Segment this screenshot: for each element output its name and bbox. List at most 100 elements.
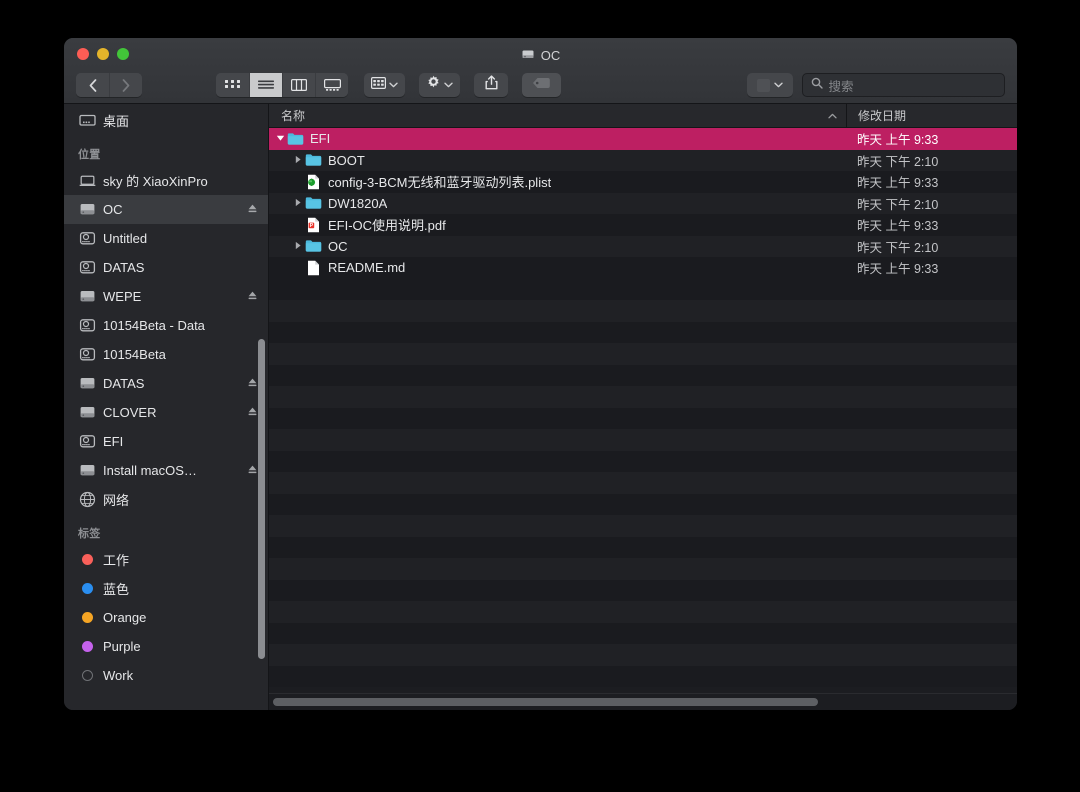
sidebar-item-10154beta-data[interactable]: 10154Beta - Data — [64, 311, 268, 340]
row-date-label: 昨天 上午 9:33 — [857, 133, 939, 148]
row-name-label: OC — [328, 238, 348, 254]
laptop-icon — [79, 172, 96, 189]
share-button[interactable] — [474, 73, 508, 97]
sidebar-item-label: CLOVER — [103, 405, 157, 420]
sidebar-item-untitled[interactable]: Untitled — [64, 224, 268, 253]
sidebar-item-network[interactable]: 网络 — [64, 485, 268, 514]
disclosure-triangle-collapsed-icon[interactable] — [291, 198, 305, 209]
disclosure-triangle-collapsed-icon[interactable] — [291, 241, 305, 252]
group-by-button[interactable] — [364, 73, 405, 97]
gallery-view-button[interactable] — [315, 73, 348, 97]
row-date-label: 昨天 上午 9:33 — [857, 176, 939, 191]
eject-icon[interactable] — [247, 405, 258, 420]
row-name-label: config-3-BCM无线和蓝牙驱动列表.plist — [328, 175, 552, 191]
row-date-label: 昨天 下午 2:10 — [857, 240, 939, 255]
column-header-name-label: 名称 — [281, 109, 306, 123]
sidebar-section-tags: 标签 — [78, 528, 101, 540]
list-view-button[interactable] — [249, 73, 282, 97]
action-menu-button[interactable] — [419, 73, 460, 97]
sidebar-item-label: EFI — [103, 434, 124, 449]
sidebar-item-label: Untitled — [103, 231, 148, 246]
column-header-date[interactable]: 修改日期 — [846, 104, 1017, 127]
sidebar-item-efi[interactable]: EFI — [64, 427, 268, 456]
empty-row — [269, 536, 1017, 558]
sidebar-item-tag-blue[interactable]: 蓝色 — [64, 574, 268, 603]
row-name-label: EFI-OC使用说明.pdf — [328, 218, 446, 234]
sidebar-item-label: 桌面 — [103, 114, 130, 129]
column-header-name[interactable]: 名称 — [269, 104, 846, 127]
eject-icon[interactable] — [247, 376, 258, 391]
chevron-down-icon — [389, 81, 398, 90]
search-field[interactable]: 搜索 — [801, 73, 1005, 97]
table-row[interactable]: P EFI-OC使用说明.pdf 昨天 上午 9:33 — [269, 214, 1017, 236]
sidebar-item-tag-work[interactable]: Work — [64, 661, 268, 690]
forward-button[interactable] — [109, 73, 142, 97]
sidebar-item-datas-2[interactable]: DATAS — [64, 369, 268, 398]
table-row[interactable]: DW1820A 昨天 下午 2:10 — [269, 192, 1017, 214]
empty-row — [269, 622, 1017, 644]
empty-row — [269, 665, 1017, 687]
disclosure-triangle-expanded-icon[interactable] — [273, 134, 287, 144]
horizontal-scrollbar[interactable] — [269, 693, 1017, 710]
back-button[interactable] — [76, 73, 109, 97]
row-date-label: 昨天 下午 2:10 — [857, 154, 939, 169]
file-rows: EFI 昨天 上午 9:33 BOOT 昨天 下午 2:10 config-3-… — [269, 128, 1017, 693]
eject-icon[interactable] — [247, 463, 258, 478]
icon-view-button[interactable] — [216, 73, 249, 97]
sidebar-item-oc[interactable]: OC — [64, 195, 268, 224]
empty-row — [269, 558, 1017, 580]
sidebar-item-datas-1[interactable]: DATAS — [64, 253, 268, 282]
sidebar-item-tag-work-cn[interactable]: 工作 — [64, 545, 268, 574]
disclosure-triangle-collapsed-icon[interactable] — [291, 155, 305, 166]
path-menu-button[interactable] — [746, 73, 793, 97]
empty-row — [269, 515, 1017, 537]
empty-row — [269, 429, 1017, 451]
window-body: 桌面 位置 sky 的 XiaoXinPro OC Untitled DATAS… — [64, 104, 1017, 710]
chevron-down-icon — [773, 81, 783, 90]
tag-icon — [532, 76, 551, 94]
window-title: OC — [64, 47, 1017, 64]
tag-button[interactable] — [522, 73, 561, 97]
sidebar-item-wepe[interactable]: WEPE — [64, 282, 268, 311]
empty-row — [269, 644, 1017, 666]
sidebar-item-label: 工作 — [103, 553, 130, 568]
sidebar-item-label: 10154Beta — [103, 347, 166, 362]
chevron-down-icon — [444, 81, 453, 90]
group-by-icon — [371, 76, 387, 94]
plist-file-icon — [305, 173, 322, 190]
eject-icon[interactable] — [247, 289, 258, 304]
file-list-pane: 名称 修改日期 EFI 昨天 上午 9:33 BOOT 昨天 下午 2:10 c… — [269, 104, 1017, 710]
folder-icon — [287, 130, 304, 147]
desktop-icon — [79, 112, 96, 129]
horizontal-scrollbar-thumb[interactable] — [273, 698, 818, 706]
sidebar-item-desktop[interactable]: 桌面 — [64, 106, 268, 135]
table-row[interactable]: config-3-BCM无线和蓝牙驱动列表.plist 昨天 上午 9:33 — [269, 171, 1017, 193]
sidebar-item-xiaoxinpro[interactable]: sky 的 XiaoXinPro — [64, 166, 268, 195]
empty-row — [269, 386, 1017, 408]
sidebar-item-tag-purple[interactable]: Purple — [64, 632, 268, 661]
search-input[interactable]: 搜索 — [829, 76, 854, 95]
table-row[interactable]: README.md 昨天 上午 9:33 — [269, 257, 1017, 279]
empty-row — [269, 278, 1017, 300]
row-date-label: 昨天 下午 2:10 — [857, 197, 939, 212]
sidebar-item-tag-orange[interactable]: Orange — [64, 603, 268, 632]
row-name-cell: DW1820A — [269, 195, 846, 212]
folder-icon — [305, 238, 322, 255]
sidebar-item-label: 网络 — [103, 493, 130, 508]
titlebar: OC 搜索 — [64, 38, 1017, 104]
table-row[interactable]: OC 昨天 下午 2:10 — [269, 235, 1017, 257]
sidebar-scrollbar[interactable] — [258, 339, 265, 659]
generic-file-icon — [305, 259, 322, 276]
sidebar-item-label: 10154Beta - Data — [103, 318, 205, 333]
gear-icon — [426, 75, 441, 95]
sidebar-item-install-macos[interactable]: Install macOS… — [64, 456, 268, 485]
table-row[interactable]: EFI 昨天 上午 9:33 — [269, 128, 1017, 150]
column-view-button[interactable] — [282, 73, 315, 97]
row-name-label: EFI — [310, 131, 331, 147]
sidebar-item-10154beta[interactable]: 10154Beta — [64, 340, 268, 369]
empty-rows-filler — [269, 278, 1017, 687]
eject-icon[interactable] — [247, 202, 258, 217]
sidebar-item-clover[interactable]: CLOVER — [64, 398, 268, 427]
table-row[interactable]: BOOT 昨天 下午 2:10 — [269, 149, 1017, 171]
sidebar-item-label: sky 的 XiaoXinPro — [103, 174, 208, 189]
